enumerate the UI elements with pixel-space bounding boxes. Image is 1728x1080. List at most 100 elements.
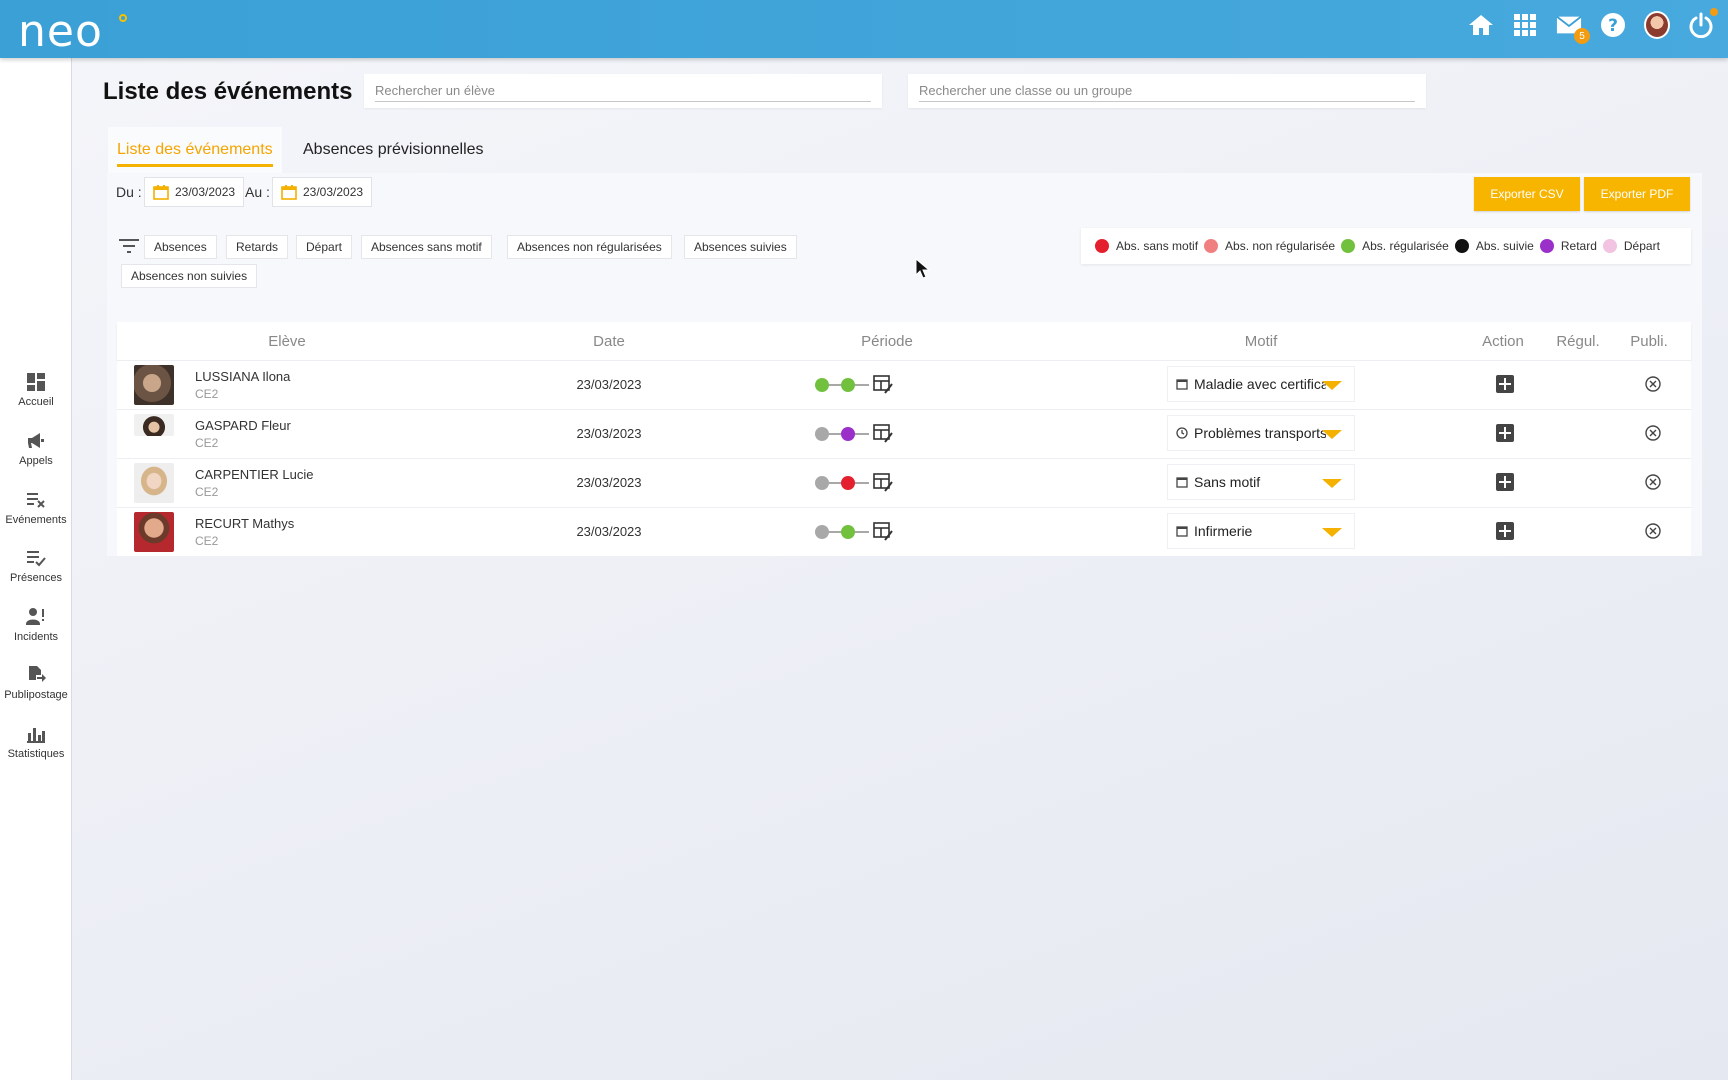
add-action-icon[interactable] — [1496, 375, 1514, 393]
user-avatar[interactable] — [1644, 11, 1670, 39]
column-header-publi: Publi. — [1630, 333, 1668, 350]
tab-liste-evenements[interactable]: Liste des événements — [108, 127, 282, 173]
sidebar-item-accueil[interactable]: Accueil — [0, 372, 72, 408]
logo-dot — [119, 14, 127, 22]
motif-value: Sans motif — [1194, 474, 1261, 490]
edit-table-icon — [873, 473, 893, 492]
motif-value: Maladie avec certificat — [1194, 376, 1326, 392]
motif-value: Problèmes transports — [1194, 425, 1326, 441]
sidebar-item-label: Evénements — [5, 514, 67, 526]
add-action-icon[interactable] — [1496, 473, 1514, 491]
search-class-box — [908, 74, 1426, 108]
apps-grid-icon[interactable] — [1512, 12, 1538, 38]
student-name[interactable]: LUSSIANA Ilona — [195, 369, 290, 384]
legend-label: Abs. non régularisée — [1225, 239, 1336, 253]
document-send-icon — [29, 666, 46, 682]
chevron-down-icon[interactable] — [1322, 430, 1342, 439]
sidebar-item-evenements[interactable]: Evénements — [0, 490, 72, 526]
sidebar-item-incidents[interactable]: Incidents — [0, 607, 72, 643]
student-name[interactable]: GASPARD Fleur — [195, 418, 291, 433]
motif-select[interactable]: Maladie avec certificat — [1167, 366, 1355, 402]
event-date: 23/03/2023 — [576, 426, 642, 441]
table-row[interactable]: LUSSIANA Ilona CE2 23/03/2023 Maladie av… — [117, 360, 1691, 409]
neo-logo[interactable]: neo — [18, 6, 103, 57]
period-timeline[interactable] — [815, 471, 909, 495]
legend-label: Départ — [1623, 239, 1660, 253]
chevron-down-icon[interactable] — [1322, 479, 1342, 488]
sidebar-item-statistiques[interactable]: Statistiques — [0, 724, 72, 760]
motif-select[interactable]: Problèmes transports — [1167, 415, 1355, 451]
mail-badge: 5 — [1574, 28, 1590, 44]
student-photo — [134, 463, 174, 503]
student-class: CE2 — [195, 436, 219, 450]
table-row[interactable]: RECURT Mathys CE2 23/03/2023 Infirmerie — [117, 507, 1691, 556]
student-photo — [134, 365, 174, 405]
tab-absences-previsionnelles[interactable]: Absences prévisionnelles — [294, 127, 493, 173]
column-header-motif: Motif — [1244, 333, 1278, 350]
motif-select[interactable]: Infirmerie — [1167, 513, 1355, 549]
power-icon[interactable] — [1688, 8, 1718, 38]
table-row[interactable]: CARPENTIER Lucie CE2 23/03/2023 Sans mot… — [117, 458, 1691, 507]
sidebar-item-label: Incidents — [13, 631, 59, 643]
close-circle-icon[interactable] — [1645, 425, 1661, 441]
to-date-picker[interactable]: 23/03/2023 — [272, 177, 373, 207]
legend-dot — [1539, 239, 1554, 253]
motif-value: Infirmerie — [1194, 523, 1253, 539]
legend-item: Abs. non régularisée — [1204, 239, 1335, 253]
help-icon[interactable]: ? — [1600, 12, 1626, 38]
student-name[interactable]: CARPENTIER Lucie — [195, 467, 313, 482]
mouse-cursor-icon — [915, 258, 931, 279]
export-pdf-button[interactable]: Exporter PDF — [1584, 177, 1690, 211]
close-circle-icon[interactable] — [1645, 474, 1661, 490]
add-action-icon[interactable] — [1496, 522, 1514, 540]
filter-absences-suivies[interactable]: Absences suivies — [684, 235, 797, 259]
filter-absences[interactable]: Absences — [144, 235, 217, 259]
filter-absences-sans-motif[interactable]: Absences sans motif — [361, 235, 492, 259]
sidebar-item-label: Appels — [19, 455, 53, 467]
column-header-student[interactable]: Elève — [217, 333, 357, 350]
from-label: Du : — [116, 184, 142, 200]
filter-retards[interactable]: Retards — [226, 235, 289, 259]
add-action-icon[interactable] — [1496, 424, 1514, 442]
student-name[interactable]: RECURT Mathys — [195, 516, 294, 531]
sidebar-item-appels[interactable]: Appels — [0, 431, 72, 467]
close-circle-icon[interactable] — [1645, 376, 1661, 392]
event-date: 23/03/2023 — [576, 524, 642, 539]
notification-dot — [1710, 8, 1718, 16]
top-bar: neo 5 ? — [0, 0, 1728, 58]
legend-item: Abs. suivie — [1454, 239, 1534, 253]
event-date: 23/03/2023 — [576, 475, 642, 490]
top-icons: 5 ? — [1468, 8, 1718, 44]
mail-icon[interactable]: 5 — [1556, 12, 1590, 44]
search-student-box — [364, 74, 882, 108]
event-date: 23/03/2023 — [576, 377, 642, 392]
sidebar-item-publipostage[interactable]: Publipostage — [0, 665, 72, 701]
search-student-input[interactable] — [375, 80, 871, 102]
table-header: Elève Date Période Motif Action Régul. P… — [117, 322, 1691, 360]
legend-item: Abs. régularisée — [1341, 239, 1449, 253]
legend-dot — [1602, 239, 1617, 253]
period-timeline[interactable] — [815, 422, 909, 446]
sidebar-item-presences[interactable]: Présences — [0, 548, 72, 584]
home-icon[interactable] — [1468, 12, 1494, 38]
from-date-picker[interactable]: 23/03/2023 — [144, 177, 245, 207]
person-alert-icon — [26, 608, 44, 625]
filter-icon[interactable] — [119, 239, 139, 253]
search-class-input[interactable] — [919, 80, 1415, 102]
filter-depart[interactable]: Départ — [296, 235, 353, 259]
filter-absences-non-suivies[interactable]: Absences non suivies — [121, 264, 258, 288]
column-header-date[interactable]: Date — [549, 333, 669, 350]
filter-absences-non-regularisees[interactable]: Absences non régularisées — [507, 235, 672, 259]
export-csv-button[interactable]: Exporter CSV — [1474, 177, 1580, 211]
motif-select[interactable]: Sans motif — [1167, 464, 1355, 500]
student-photo — [134, 512, 174, 552]
period-timeline[interactable] — [815, 520, 909, 544]
megaphone-icon — [28, 433, 44, 448]
chevron-down-icon[interactable] — [1322, 528, 1342, 537]
legend-label: Abs. régularisée — [1362, 239, 1449, 253]
table-row[interactable]: GASPARD Fleur CE2 23/03/2023 Problèmes t… — [117, 409, 1691, 458]
close-circle-icon[interactable] — [1645, 523, 1661, 539]
legend-label: Abs. sans motif — [1116, 239, 1199, 253]
period-timeline[interactable] — [815, 373, 909, 397]
chevron-down-icon[interactable] — [1322, 381, 1342, 390]
